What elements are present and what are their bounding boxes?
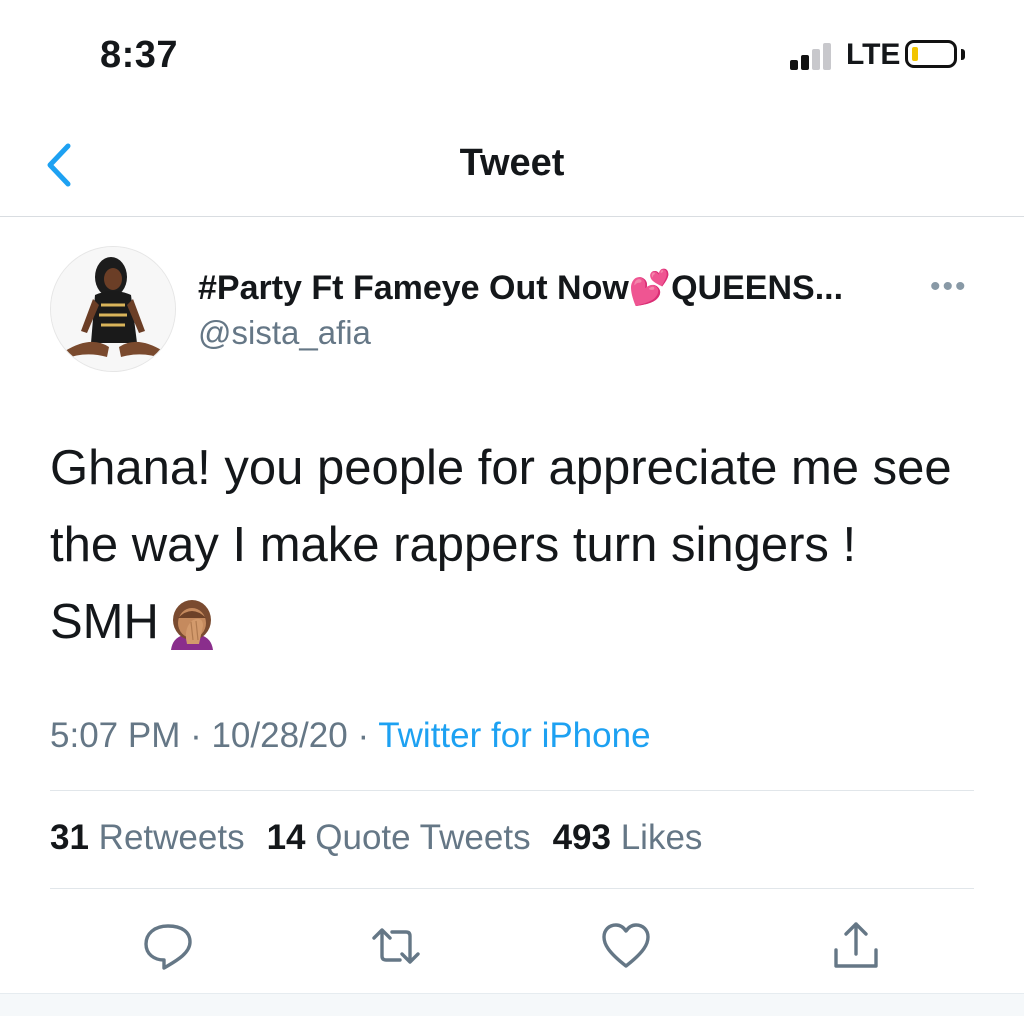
battery-icon	[905, 40, 957, 68]
likes-label: Likes	[620, 818, 703, 857]
tweet-detail-screen: 8:37 LTE Tweet #Party Ft Fameye Out Now💕…	[0, 0, 1024, 1016]
likes-count: 493	[552, 818, 611, 857]
likes-stat[interactable]: 493 Likes	[553, 818, 703, 857]
signal-strength-icon	[790, 42, 840, 70]
tweet-source-link[interactable]: Twitter for iPhone	[378, 716, 650, 755]
share-button[interactable]	[828, 918, 884, 974]
network-type: LTE	[846, 38, 901, 71]
more-options-icon[interactable]: •••	[930, 270, 968, 304]
quote-tweets-label: Quote Tweets	[315, 818, 531, 857]
tweet-stats: 31 Retweets 14 Quote Tweets 493 Likes	[50, 818, 702, 858]
page-title: Tweet	[459, 142, 565, 184]
reply-button[interactable]	[140, 918, 196, 974]
tweet-date: 10/28/20	[211, 716, 348, 755]
divider	[50, 888, 974, 889]
reply-icon	[144, 924, 192, 970]
status-time: 8:37	[100, 34, 179, 76]
retweets-label: Retweets	[98, 818, 245, 857]
bottom-bar	[0, 993, 1024, 1016]
quote-tweets-stat[interactable]: 14 Quote Tweets	[267, 818, 531, 857]
divider	[50, 790, 974, 791]
retweets-count: 31	[50, 818, 89, 857]
tweet-meta: 5:07 PM · 10/28/20 · Twitter for iPhone	[50, 716, 651, 756]
tweet-time: 5:07 PM	[50, 716, 181, 755]
nav-header: Tweet	[0, 110, 1024, 217]
like-icon	[602, 923, 650, 968]
tweet-text: Ghana! you people for appreciate me see …	[50, 430, 970, 661]
author-handle[interactable]: @sista_afia	[198, 314, 371, 352]
share-icon	[834, 922, 878, 968]
like-button[interactable]	[598, 918, 654, 974]
retweet-button[interactable]	[368, 918, 424, 974]
meta-separator: ·	[180, 716, 212, 755]
avatar-image	[51, 247, 175, 371]
author-display-name[interactable]: #Party Ft Fameye Out Now💕QUEENS...	[198, 268, 843, 308]
avatar[interactable]	[50, 246, 176, 372]
meta-separator: ·	[347, 716, 379, 755]
tweet-action-bar	[0, 918, 1024, 974]
status-bar: 8:37 LTE	[0, 0, 1024, 110]
battery-tip	[961, 49, 965, 60]
retweets-stat[interactable]: 31 Retweets	[50, 818, 245, 857]
quote-tweets-count: 14	[266, 818, 306, 857]
face-palm-icon	[163, 596, 221, 654]
retweet-icon	[372, 928, 420, 964]
